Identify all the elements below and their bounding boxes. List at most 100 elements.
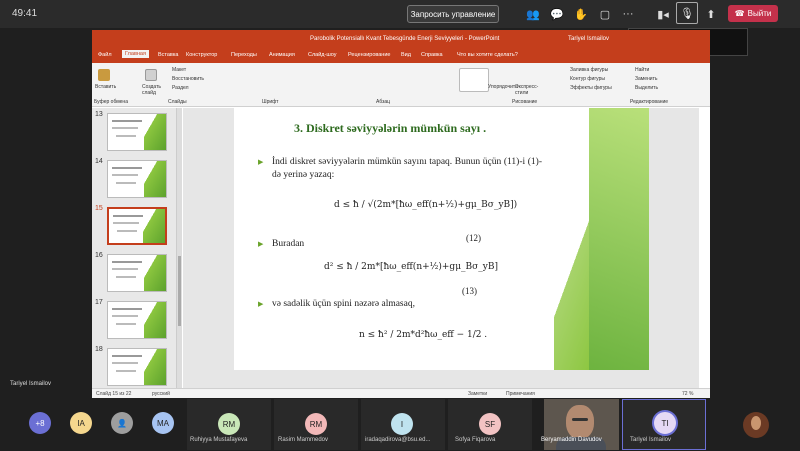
meeting-timer: 49:41 — [12, 8, 38, 19]
participant-name: Rasim Mammedov — [278, 437, 329, 443]
find-button[interactable]: Найти — [635, 67, 649, 73]
shapes-gallery[interactable] — [459, 68, 489, 92]
slide-bullet: Buradan — [258, 238, 542, 251]
editing-group: Редактирование — [630, 99, 669, 105]
participant-avatar[interactable]: MA — [152, 412, 174, 434]
thumbnail-scrollbar[interactable] — [177, 108, 182, 388]
tab-slideshow[interactable]: Слайд-шоу — [308, 52, 337, 58]
slide-thumbnail[interactable] — [107, 348, 167, 386]
presenter-label: Tariyel Ismailov — [10, 381, 52, 387]
participant-avatar: I — [391, 413, 413, 435]
tell-me-search[interactable]: Что вы хотите сделать? — [457, 52, 518, 58]
slide-thumbnail[interactable] — [107, 160, 167, 198]
new-slide-icon[interactable] — [145, 69, 157, 81]
notes-button[interactable]: Заметки — [468, 391, 487, 397]
shape-fill-button[interactable]: Заливка фигуры — [570, 67, 608, 73]
layout-button[interactable]: Макет — [172, 67, 186, 73]
share-icon[interactable]: ⬆ — [703, 6, 719, 22]
thumb-number: 15 — [95, 205, 103, 212]
zoom-level[interactable]: 72 % — [682, 391, 693, 397]
ribbon: Вставить Буфер обмена Создать слайд Маке… — [92, 63, 710, 107]
people-icon[interactable]: 👥 — [525, 6, 541, 22]
participant-name: Ruhiyya Mustafayeva — [190, 437, 248, 443]
participant-name: Sofya Fiqarova — [455, 437, 496, 443]
participant-face — [566, 405, 594, 439]
paragraph-group: Абзац — [376, 99, 391, 105]
current-slide[interactable]: 3. Diskret səviyyələrin mümkün sayı . İn… — [234, 108, 649, 370]
participant-name: Tariyel Ismailov — [630, 437, 672, 443]
chat-icon[interactable]: 💬 — [549, 6, 565, 22]
tab-review[interactable]: Рецензирование — [348, 52, 390, 58]
self-video-thumbnail[interactable] — [743, 412, 769, 438]
tab-transitions[interactable]: Переходы — [231, 52, 257, 58]
thumb-number: 13 — [95, 111, 103, 118]
equation-13: d² ≤ ħ / 2m*[ħω_eff(n+½)+gμ_Bσ_yB] — [324, 262, 499, 272]
slide-thumbnail[interactable] — [107, 254, 167, 292]
slide-bullet: İndi diskret səviyyələrin mümkün sayını … — [258, 156, 542, 182]
clipboard-group: Буфер обмена — [94, 99, 128, 105]
slides-group: Слайды — [168, 99, 187, 105]
slide-thumbnail-selected[interactable] — [107, 207, 167, 245]
participant-avatar[interactable]: IA — [70, 412, 92, 434]
participant-avatar: RM — [218, 413, 240, 435]
leave-button[interactable]: ☎ Выйти — [728, 5, 778, 22]
tab-home[interactable]: Главная — [122, 50, 149, 58]
select-button[interactable]: Выделить — [635, 85, 658, 91]
quick-styles-button[interactable]: Экспресс-стили — [515, 84, 539, 96]
slide-thumbnails: 13 14 15 16 17 18 — [92, 108, 177, 388]
shape-outline-button[interactable]: Контур фигуры — [570, 76, 605, 82]
replace-button[interactable]: Заменить — [635, 76, 657, 82]
participant-avatar: RM — [305, 413, 327, 435]
thumb-number: 18 — [95, 346, 103, 353]
user-name: Tariyel Ismailov — [568, 36, 610, 42]
participant-avatar: SF — [479, 413, 501, 435]
status-bar: Слайд 15 из 22 русский Заметки Примечани… — [92, 388, 710, 398]
tab-insert[interactable]: Вставка — [158, 52, 178, 58]
slide-decoration — [589, 108, 649, 370]
language-indicator[interactable]: русский — [152, 391, 170, 397]
equation-12: d ≤ ħ / √(2m*[ħω_eff(n+½)+gμ_Bσ_yB]) — [334, 200, 518, 210]
participant-name: Beryamaddin Davudov — [541, 437, 602, 443]
drawing-group: Рисование — [512, 99, 538, 105]
paste-label: Вставить — [95, 84, 117, 90]
bullet-text: Buradan — [272, 239, 305, 249]
mic-off-icon[interactable]: 🎙 — [676, 2, 698, 24]
shape-effects-button[interactable]: Эффекты фигуры — [570, 85, 612, 91]
participant-avatar: TI — [652, 410, 678, 436]
tab-animations[interactable]: Анимация — [269, 52, 295, 58]
ribbon-tabs: Файл Главная Вставка Конструктор Переход… — [92, 49, 710, 63]
arrange-button[interactable]: Упорядочить — [488, 84, 518, 90]
slide-thumbnail[interactable] — [107, 301, 167, 339]
tab-file[interactable]: Файл — [98, 52, 112, 58]
camera-off-icon[interactable]: ▮◂ — [655, 6, 671, 22]
new-slide-label: Создать слайд — [142, 84, 162, 96]
more-participants-avatar[interactable]: +8 — [29, 412, 51, 434]
equation-number: (13) — [462, 286, 477, 296]
window-title: Parobolik Potensiallı Kvant Tebesgünde E… — [310, 36, 500, 42]
tab-view[interactable]: Вид — [401, 52, 411, 58]
leave-label: Выйти — [747, 9, 772, 18]
request-control-button[interactable]: Запросить управление — [407, 5, 499, 23]
paste-icon[interactable] — [98, 69, 110, 81]
tab-design[interactable]: Конструктор — [186, 52, 217, 58]
thumb-number: 16 — [95, 252, 103, 259]
participant-avatar-generic[interactable]: 👤 — [111, 412, 133, 434]
shared-screen: Parobolik Potensiallı Kvant Tebesgünde E… — [92, 30, 710, 398]
comments-button[interactable]: Примечания — [506, 391, 535, 397]
share-tray-icon[interactable]: ▢ — [597, 6, 613, 22]
raise-hand-icon[interactable]: ✋ — [573, 6, 589, 22]
bullet-text: və sadəlik üçün spini nəzərə almasaq, — [272, 299, 415, 309]
more-icon[interactable]: ··· — [620, 6, 636, 22]
person-icon: 👤 — [117, 418, 127, 428]
thumb-number: 14 — [95, 158, 103, 165]
bullet-text: İndi diskret səviyyələrin mümkün sayını … — [272, 157, 542, 180]
participant-name: iradaqadirova@bsu.ed... — [365, 437, 431, 443]
slide-bullet: və sadəlik üçün spini nəzərə almasaq, — [258, 298, 542, 311]
reset-button[interactable]: Восстановить — [172, 76, 204, 82]
slide-thumbnail[interactable] — [107, 113, 167, 151]
meeting-top-bar: 49:41 Запросить управление 👥 💬 ✋ ▢ ··· ▮… — [0, 0, 800, 28]
font-group: Шрифт — [262, 99, 279, 105]
phone-icon: ☎ — [734, 9, 745, 18]
section-button[interactable]: Раздел — [172, 85, 189, 91]
tab-help[interactable]: Справка — [421, 52, 443, 58]
